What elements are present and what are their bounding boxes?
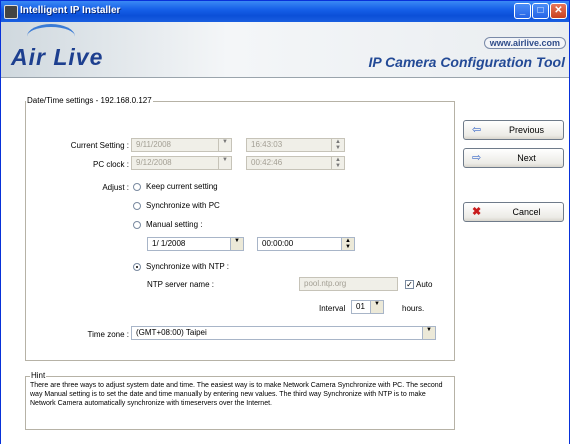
radio-keep-current-label: Keep current setting	[146, 182, 218, 191]
manual-date-picker[interactable]: 1/ 1/2008 ▼	[147, 237, 244, 251]
ntp-server-input[interactable]: pool.ntp.org	[299, 277, 398, 291]
maximize-button[interactable]: □	[532, 3, 549, 19]
timezone-label: Time zone :	[87, 330, 130, 339]
previous-button[interactable]: ⇦ Previous	[463, 120, 564, 140]
radio-keep-current[interactable]	[133, 183, 141, 191]
chevron-down-icon: ▼	[218, 139, 231, 151]
current-date-field: 9/11/2008 ▼	[131, 138, 232, 152]
pc-clock-label: PC clock :	[92, 160, 129, 169]
chevron-down-icon: ▼	[218, 157, 231, 169]
website-url: www.airlive.com	[483, 37, 566, 49]
chevron-down-icon[interactable]: ▼	[422, 327, 435, 339]
arrow-right-icon: ⇨	[472, 152, 482, 164]
chevron-down-icon[interactable]: ▼	[230, 238, 243, 250]
minimize-button[interactable]: _	[514, 3, 531, 19]
cancel-button[interactable]: ✖ Cancel	[463, 202, 564, 222]
arrow-left-icon: ⇦	[472, 124, 482, 136]
chevron-down-icon[interactable]: ▼	[370, 301, 383, 313]
window-title: Intelligent IP Installer	[20, 5, 121, 16]
radio-sync-pc-label: Synchronize with PC	[146, 201, 220, 210]
spinner-icon[interactable]: ▲ ▼	[341, 238, 354, 250]
timezone-select[interactable]: (GMT+08:00) Taipei ▼	[131, 326, 436, 340]
interval-select[interactable]: 01 ▼	[351, 300, 384, 314]
radio-sync-ntp-label: Synchronize with NTP :	[146, 262, 229, 271]
manual-time-spinner[interactable]: 00:00:00 ▲ ▼	[257, 237, 355, 251]
next-button[interactable]: ⇨ Next	[463, 148, 564, 168]
radio-sync-ntp[interactable]	[133, 263, 141, 271]
radio-manual[interactable]	[133, 221, 141, 229]
next-button-label: Next	[517, 153, 536, 163]
cancel-button-label: Cancel	[512, 207, 541, 217]
auto-label: Auto	[416, 280, 433, 289]
banner: Air Live www.airlive.com IP Camera Confi…	[1, 22, 569, 78]
current-time-field: 16:43:03 ▲ ▼	[246, 138, 345, 152]
hint-legend: Hint	[30, 371, 47, 380]
x-icon: ✖	[472, 206, 482, 218]
tool-title: IP Camera Configuration Tool	[368, 54, 565, 70]
close-button[interactable]: ✕	[550, 3, 567, 19]
radio-sync-pc[interactable]	[133, 202, 141, 210]
hours-label: hours.	[402, 304, 425, 313]
adjust-label: Adjust :	[102, 183, 129, 192]
title-bar[interactable]: Intelligent IP Installer _ □ ✕	[1, 1, 569, 22]
airlive-logo: Air Live	[11, 44, 104, 70]
spinner-icon: ▲ ▼	[331, 139, 344, 151]
pc-time-field: 00:42:46 ▲ ▼	[246, 156, 345, 170]
ntp-server-label: NTP server name :	[147, 280, 214, 289]
content-area: Date/Time settings - 192.168.0.127 Curre…	[1, 78, 569, 444]
radio-manual-label: Manual setting :	[146, 220, 203, 229]
datetime-legend: Date/Time settings - 192.168.0.127	[26, 96, 153, 105]
interval-label: Interval	[319, 304, 346, 313]
previous-button-label: Previous	[508, 125, 544, 135]
current-setting-label: Current Setting :	[70, 141, 129, 150]
spinner-icon: ▲ ▼	[331, 157, 344, 169]
pc-date-field: 9/12/2008 ▼	[131, 156, 232, 170]
auto-checkbox[interactable]: ✓	[405, 280, 414, 289]
datetime-fieldset	[25, 101, 455, 361]
hint-text: There are three ways to adjust system da…	[30, 382, 443, 407]
installer-window: Intelligent IP Installer _ □ ✕ Air Live …	[0, 0, 570, 444]
app-icon	[4, 5, 18, 19]
